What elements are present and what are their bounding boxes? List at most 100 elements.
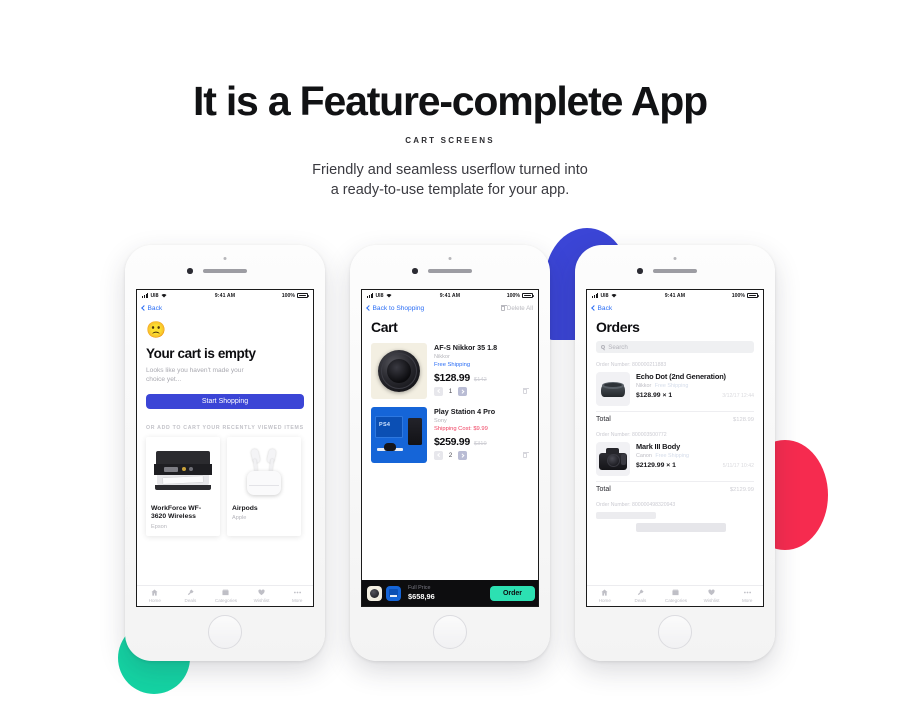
status-bar-left: UI8 [367,293,422,299]
cart-item-price: $128.99 [434,372,470,384]
tab-wishlist[interactable]: Wishlist [694,586,730,606]
search-placeholder: Search [608,343,628,351]
battery-percent-label: 100% [281,292,295,299]
search-input[interactable]: Search [596,341,754,353]
tab-deals[interactable]: Deals [173,586,209,606]
checkout-total-block: Full Price $658,96 [408,585,435,601]
tab-home[interactable]: Home [137,586,173,606]
tab-more[interactable]: More [279,586,313,606]
order-card[interactable]: Order Number: 800000498320943 [596,502,754,532]
order-card[interactable]: Order Number: 800000211883 Echo Dot (2nd… [596,362,754,423]
quantity-stepper[interactable]: 1 [434,387,529,396]
delete-all-button[interactable]: Delete All [500,304,533,312]
tab-home[interactable]: Home [587,586,623,606]
remove-item-icon[interactable] [522,452,529,458]
battery-percent-label: 100% [731,292,745,299]
signal-bars-icon [142,293,149,298]
tab-categories[interactable]: Categories [208,586,244,606]
nav-bar: Back [587,301,763,315]
page-subtitle: Friendly and seamless userflow turned in… [0,160,900,200]
cart-body: Cart AF-S Nikkor 35 1.8 Nikkor Free Ship… [362,319,538,463]
signal-bars-icon [592,293,599,298]
order-product-info: Mark III Body Canon Free Shipping $2129.… [636,442,754,476]
order-name-placeholder [636,523,726,532]
poster-canvas: It is a Feature-complete App CART SCREEN… [0,0,900,717]
order-total-label: Total [596,416,611,423]
section-kicker: CART SCREENS [405,136,495,145]
ellipsis-icon [293,591,301,594]
tab-deals[interactable]: Deals [623,586,659,606]
order-price-line: $2129.99 × 1 5/11/17 10:42 [636,462,754,469]
battery-icon [746,293,759,298]
home-button[interactable] [433,615,467,649]
trash-icon [500,304,507,311]
quantity-decrement-button[interactable] [434,387,443,396]
sad-face-icon: 🙁 [146,322,166,339]
home-icon [601,589,608,596]
recently-viewed-grid: WorkForce WF-3620 Wireless Epson Airpods [146,437,304,536]
screen-orders: UI8 9:41 AM 100% Back Orders Search Orde… [586,289,764,607]
status-bar: UI8 9:41 AM 100% [362,290,538,301]
battery-percent-label: 100% [506,292,520,299]
order-button[interactable]: Order [489,585,535,601]
orders-title: Orders [596,319,640,335]
status-bar-right: 100% [703,292,759,299]
quantity-increment-button[interactable] [458,387,467,396]
order-button-label: Order [502,589,522,597]
clock-label: 9:41 AM [439,292,461,299]
product-card[interactable]: Airpods Apple [227,437,301,536]
tab-more[interactable]: More [729,586,763,606]
quantity-decrement-button[interactable] [434,451,443,460]
empty-cart-subtitle: Looks like you haven't made your choice … [146,367,244,383]
order-total-row: Total $128.99 [596,411,754,423]
page-title: It is a Feature-complete App [193,78,708,124]
remove-item-icon[interactable] [522,388,529,394]
quantity-value: 2 [448,452,453,459]
home-button[interactable] [208,615,242,649]
cart-item-row[interactable]: PS4 Play Station 4 Pro Sony Shipping Cos… [371,407,529,463]
order-product-name: Mark III Body [636,442,681,451]
recently-viewed-label: OR ADD TO CART YOUR RECENTLY VIEWED ITEM… [146,425,304,431]
tab-label: More [291,597,303,603]
order-qty-price: $2129.99 × 1 [636,462,676,469]
chevron-left-icon [366,305,372,311]
back-button[interactable]: Back [591,305,612,312]
rear-sensor-icon [673,257,677,260]
subtitle-line-1: Friendly and seamless userflow turned in… [312,162,588,178]
tab-wishlist[interactable]: Wishlist [244,586,280,606]
back-button[interactable]: Back [141,305,162,312]
search-icon [601,344,606,350]
status-bar-right: 100% [253,292,309,299]
cart-item-info: AF-S Nikkor 35 1.8 Nikkor Free Shipping … [434,343,529,399]
product-card[interactable]: WorkForce WF-3620 Wireless Epson [146,437,220,536]
quantity-increment-button[interactable] [458,451,467,460]
order-card[interactable]: Order Number: 800003500772 Mark III Body… [596,432,754,493]
home-button[interactable] [658,615,692,649]
start-shopping-button[interactable]: Start Shopping [146,394,304,409]
chevron-left-icon [591,305,597,311]
back-to-shopping-button[interactable]: Back to Shopping [366,304,425,312]
product-name: Airpods [232,505,258,512]
checkout-bar: Full Price $658,96 Order [362,580,538,606]
heart-icon [708,589,715,596]
order-product-shipping: Free Shipping [654,383,689,389]
tab-categories[interactable]: Categories [658,586,694,606]
status-bar-left: UI8 [142,293,197,299]
quantity-value: 1 [448,388,453,395]
orders-body: Orders Search Order Number: 800000211883… [587,319,763,532]
back-button-label: Back to Shopping [372,304,425,312]
hammer-icon [637,589,644,596]
order-number: Order Number: 800003500772 [596,432,667,438]
quantity-stepper[interactable]: 2 [434,451,529,460]
order-date: 5/11/17 10:42 [722,462,754,469]
cart-item-row[interactable]: AF-S Nikkor 35 1.8 Nikkor Free Shipping … [371,343,529,399]
earpiece-speaker [653,269,697,273]
clock-label: 9:41 AM [664,292,686,299]
nav-bar: Back [137,301,313,315]
full-price-label: Full Price [408,585,431,592]
cart-item-name: AF-S Nikkor 35 1.8 [434,343,498,352]
airpods-icon [232,442,296,500]
start-shopping-label: Start Shopping [201,398,249,405]
tab-label: Deals [184,597,197,603]
subtitle-line-2: a ready-to-use template for your app. [330,182,570,198]
